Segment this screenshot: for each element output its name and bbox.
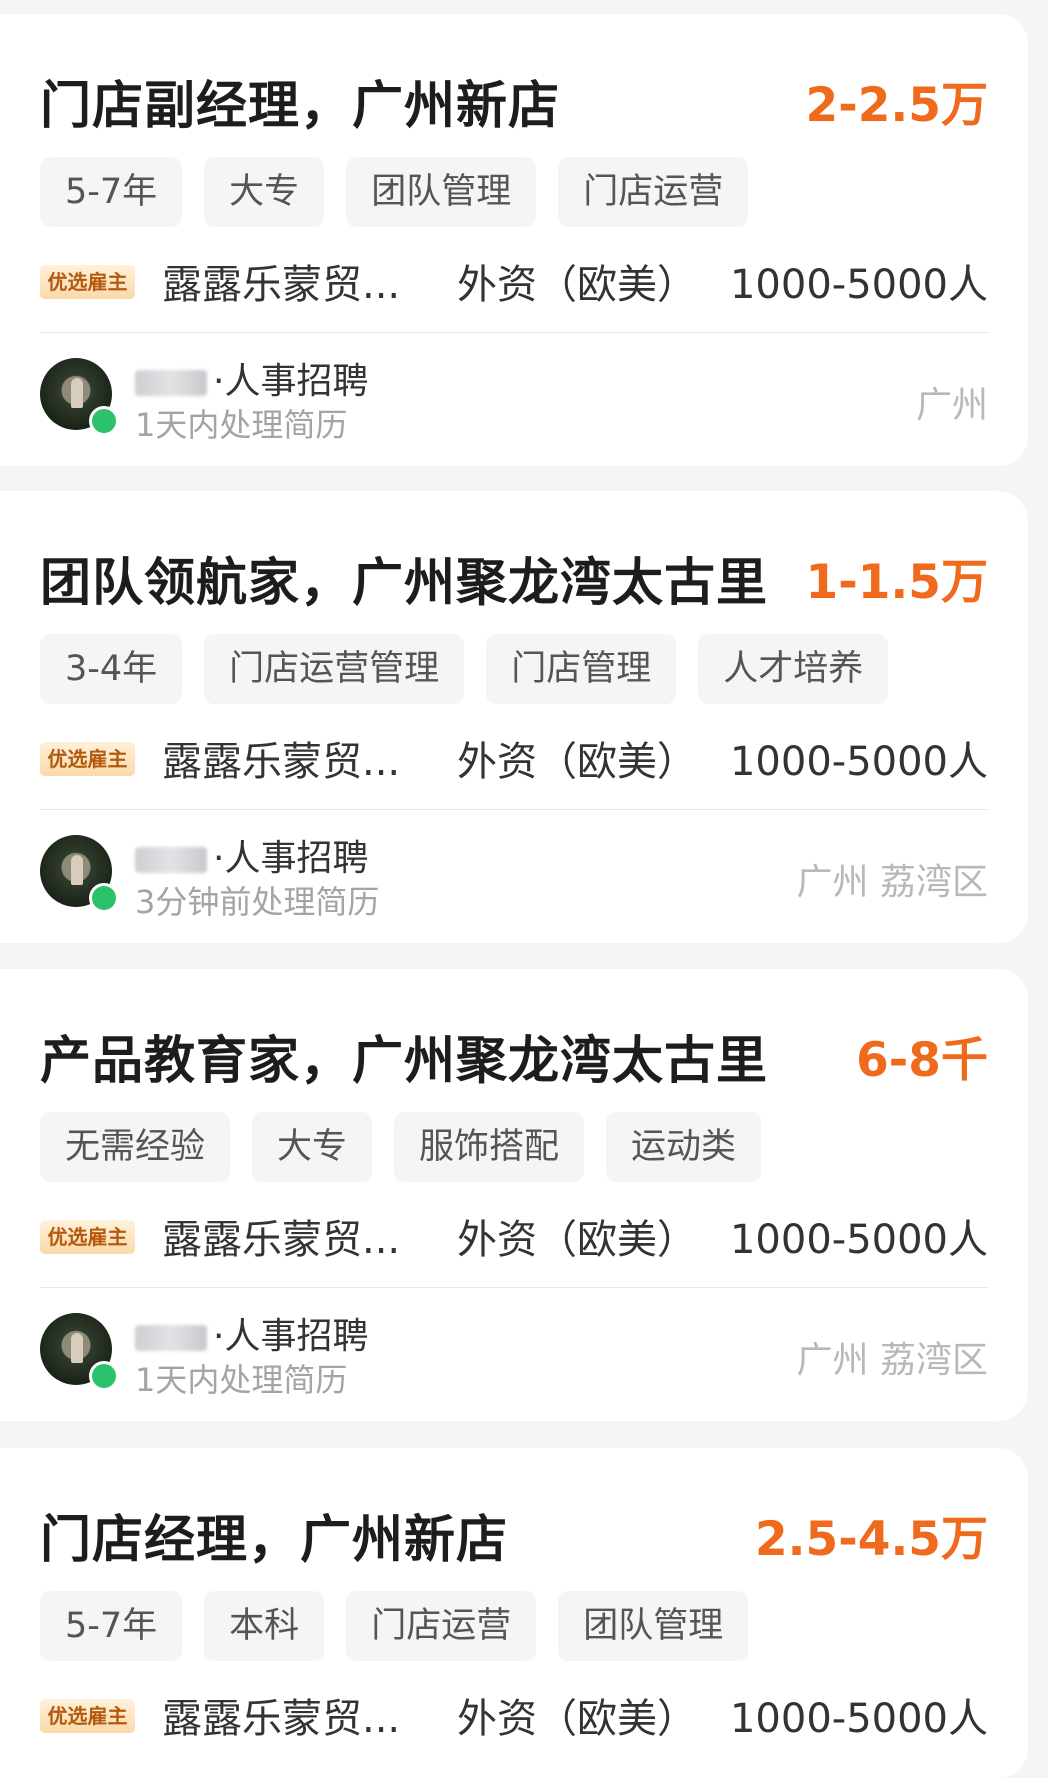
card-divider — [40, 1287, 988, 1288]
card-divider — [40, 332, 988, 333]
job-card-header: 团队领航家，广州聚龙湾太古里 1-1.5万 — [40, 531, 988, 621]
recruiter-info[interactable]: ·人事招聘 3分钟前处理简历 广州 荔湾区 — [40, 829, 988, 929]
preferred-employer-badge: 优选雇主 — [40, 742, 135, 776]
salary-range: 2.5-4.5万 — [754, 1512, 988, 1567]
company-size: 1000-5000人 — [729, 1696, 988, 1742]
job-location: 广州 — [915, 385, 988, 426]
avatar-person-image — [71, 855, 83, 885]
company-type: 外资（欧美） — [457, 1217, 697, 1263]
job-tag: 本科 — [204, 1591, 325, 1661]
job-tags: 3-4年 门店运营管理 门店管理 人才培养 — [40, 634, 889, 704]
recruiter-info[interactable]: ·人事招聘 1天内处理简历 广州 — [40, 352, 988, 452]
response-time: 1天内处理简历 — [135, 406, 348, 444]
job-title[interactable]: 门店经理，广州新店 — [40, 1498, 508, 1572]
job-title[interactable]: 产品教育家，广州聚龙湾太古里 — [40, 1019, 768, 1093]
preferred-employer-badge: 优选雇主 — [40, 1699, 135, 1733]
job-card-header: 门店经理，广州新店 2.5-4.5万 — [40, 1488, 988, 1578]
recruiter-name: ·人事招聘 — [135, 352, 368, 404]
company-name: 露露乐蒙贸... — [162, 1217, 401, 1263]
salary-range: 6-8千 — [856, 1033, 988, 1088]
avatar-person-image — [71, 1333, 83, 1363]
blurred-name — [135, 847, 207, 873]
company-size: 1000-5000人 — [729, 262, 988, 308]
company-name: 露露乐蒙贸... — [162, 1696, 401, 1742]
job-card[interactable]: 门店经理，广州新店 2.5-4.5万 5-7年 本科 门店运营 团队管理 优选雇… — [0, 1448, 1028, 1778]
card-divider — [40, 809, 988, 810]
job-card[interactable]: 门店副经理，广州新店 2-2.5万 5-7年 大专 团队管理 门店运营 优选雇主… — [0, 14, 1028, 466]
online-status-icon — [89, 883, 119, 913]
company-size: 1000-5000人 — [729, 1217, 988, 1263]
job-tag: 大专 — [252, 1112, 373, 1182]
job-title[interactable]: 团队领航家，广州聚龙湾太古里 — [40, 541, 768, 615]
preferred-employer-badge: 优选雇主 — [40, 265, 135, 299]
blurred-name — [135, 370, 207, 396]
job-tag: 团队管理 — [558, 1591, 749, 1661]
avatar-person-image — [71, 378, 83, 408]
company-info[interactable]: 优选雇主 露露乐蒙贸... 外资（欧美） 1000-5000人 — [40, 252, 988, 308]
recruiter-name: ·人事招聘 — [135, 1307, 368, 1359]
blurred-name — [135, 1325, 207, 1351]
job-tag: 门店运营 — [346, 1591, 537, 1661]
job-location: 广州 荔湾区 — [796, 862, 988, 903]
response-time: 3分钟前处理简历 — [135, 883, 380, 921]
job-tags: 5-7年 大专 团队管理 门店运营 — [40, 157, 749, 227]
job-card[interactable]: 产品教育家，广州聚龙湾太古里 6-8千 无需经验 大专 服饰搭配 运动类 优选雇… — [0, 969, 1028, 1421]
job-tag: 无需经验 — [40, 1112, 231, 1182]
job-tag: 门店运营 — [558, 157, 749, 227]
online-status-icon — [89, 1361, 119, 1391]
job-title[interactable]: 门店副经理，广州新店 — [40, 64, 560, 138]
recruiter-name: ·人事招聘 — [135, 829, 368, 881]
company-name: 露露乐蒙贸... — [162, 739, 401, 785]
job-tag: 大专 — [204, 157, 325, 227]
recruiter-title: ·人事招聘 — [213, 1316, 369, 1357]
job-tag: 人才培养 — [698, 634, 889, 704]
job-tag: 门店管理 — [486, 634, 677, 704]
job-tag: 3-4年 — [40, 634, 183, 704]
company-info[interactable]: 优选雇主 露露乐蒙贸... 外资（欧美） 1000-5000人 — [40, 1686, 988, 1742]
job-tag: 门店运营管理 — [204, 634, 465, 704]
job-tag: 服饰搭配 — [394, 1112, 585, 1182]
job-tag: 5-7年 — [40, 157, 183, 227]
company-size: 1000-5000人 — [729, 739, 988, 785]
company-type: 外资（欧美） — [457, 739, 697, 785]
company-type: 外资（欧美） — [457, 262, 697, 308]
recruiter-title: ·人事招聘 — [213, 838, 369, 879]
job-tag: 团队管理 — [346, 157, 537, 227]
job-tags: 5-7年 本科 门店运营 团队管理 — [40, 1591, 749, 1661]
response-time: 1天内处理简历 — [135, 1361, 348, 1399]
online-status-icon — [89, 406, 119, 436]
job-card-header: 门店副经理，广州新店 2-2.5万 — [40, 54, 988, 144]
preferred-employer-badge: 优选雇主 — [40, 1220, 135, 1254]
job-card-header: 产品教育家，广州聚龙湾太古里 6-8千 — [40, 1009, 988, 1099]
recruiter-title: ·人事招聘 — [213, 361, 369, 402]
job-tags: 无需经验 大专 服饰搭配 运动类 — [40, 1112, 762, 1182]
salary-range: 2-2.5万 — [805, 78, 988, 133]
job-tag: 运动类 — [606, 1112, 762, 1182]
company-type: 外资（欧美） — [457, 1696, 697, 1742]
company-name: 露露乐蒙贸... — [162, 262, 401, 308]
job-location: 广州 荔湾区 — [796, 1340, 988, 1381]
company-info[interactable]: 优选雇主 露露乐蒙贸... 外资（欧美） 1000-5000人 — [40, 1207, 988, 1263]
salary-range: 1-1.5万 — [805, 555, 988, 610]
recruiter-info[interactable]: ·人事招聘 1天内处理简历 广州 荔湾区 — [40, 1307, 988, 1407]
job-tag: 5-7年 — [40, 1591, 183, 1661]
job-card[interactable]: 团队领航家，广州聚龙湾太古里 1-1.5万 3-4年 门店运营管理 门店管理 人… — [0, 491, 1028, 943]
company-info[interactable]: 优选雇主 露露乐蒙贸... 外资（欧美） 1000-5000人 — [40, 729, 988, 785]
